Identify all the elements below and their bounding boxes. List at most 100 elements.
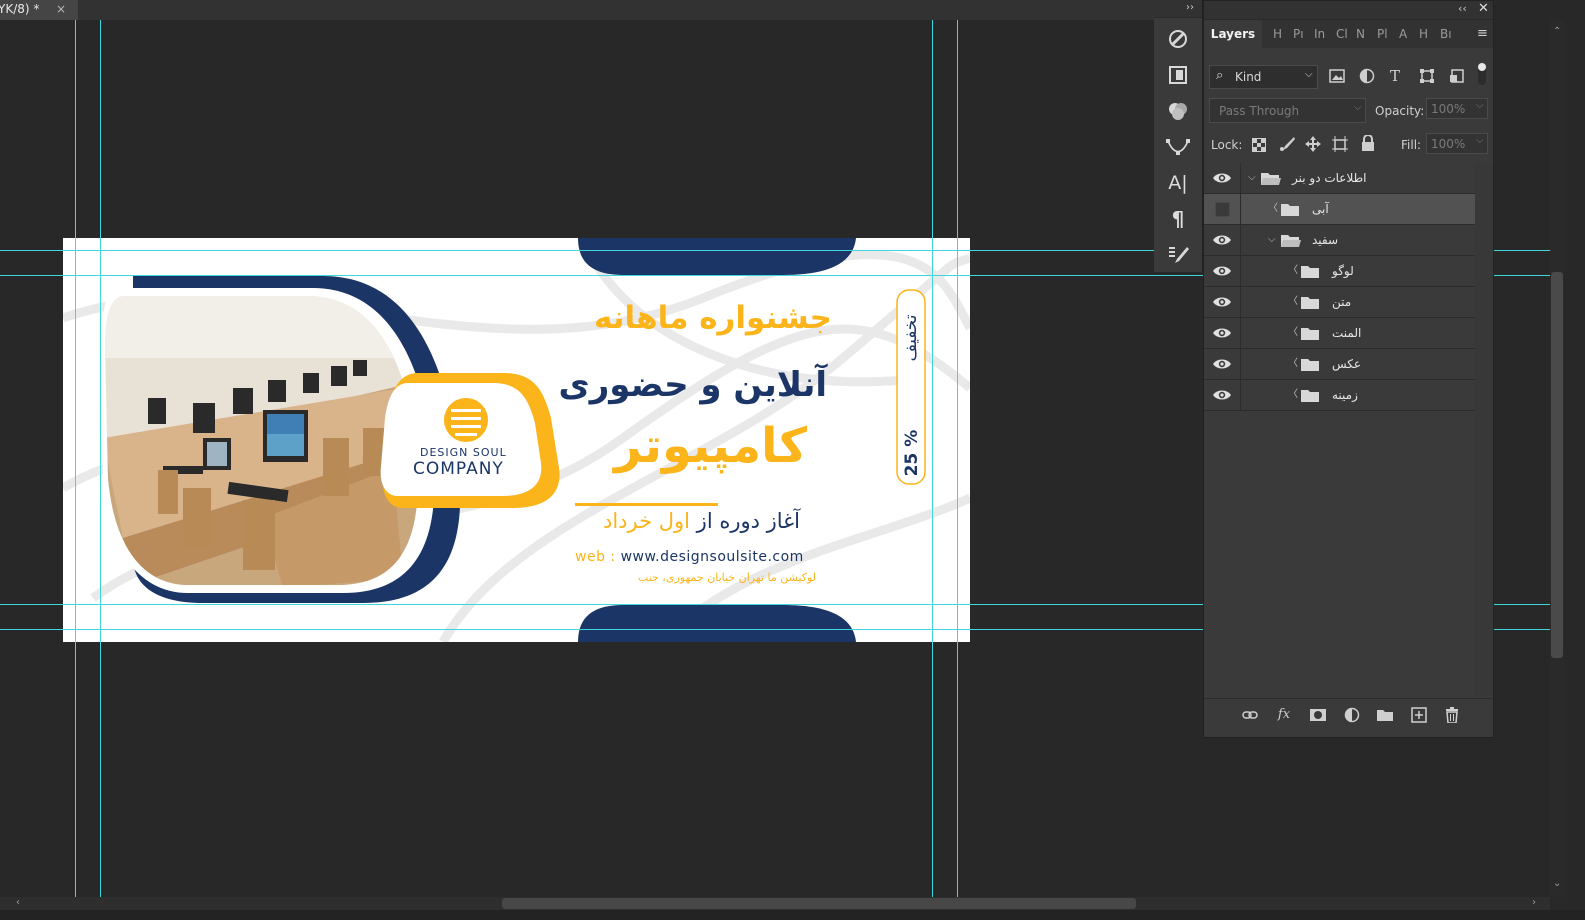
lock-all-icon[interactable] — [1361, 134, 1375, 151]
banner-location: لوکیشن ما تهران خیابان جمهوری، جنب — [637, 571, 816, 584]
visibility-divider — [1240, 287, 1241, 317]
chevron-down-icon[interactable]: ⌵ — [1268, 225, 1276, 255]
color-icon[interactable] — [1163, 96, 1193, 126]
layer-row[interactable]: 〈 المنت — [1204, 318, 1475, 349]
tab-layers[interactable]: Layers — [1204, 20, 1262, 48]
tab-histogram[interactable]: H — [1419, 20, 1428, 48]
folder-icon — [1281, 233, 1301, 247]
layer-row[interactable]: 〈 زمینه — [1204, 380, 1475, 411]
tab-clone[interactable]: Cl — [1336, 20, 1348, 48]
eye-icon[interactable] — [1212, 263, 1232, 279]
logo-text-top: DESIGN SOUL — [420, 446, 507, 459]
banner-web-label: web : — [575, 549, 616, 565]
document-tab-bar — [0, 0, 1160, 20]
lock-position-icon[interactable] — [1305, 136, 1321, 152]
tab-paths[interactable]: Pı — [1293, 20, 1304, 48]
layer-name[interactable]: اطلاعات دو بنر — [1292, 163, 1367, 193]
tab-actions[interactable]: A — [1399, 20, 1407, 48]
visibility-divider — [1240, 380, 1241, 410]
scroll-right-arrow-icon[interactable]: › — [1532, 897, 1536, 908]
scroll-down-arrow-icon[interactable]: ⌄ — [1553, 878, 1561, 889]
tab-properties[interactable]: Pl — [1377, 20, 1388, 48]
banner-start-prefix: آغاز دوره از — [696, 509, 800, 533]
group-icon[interactable] — [1377, 707, 1393, 723]
adjust-icon[interactable] — [1163, 24, 1193, 54]
document-tab-title: YK/8) * — [0, 2, 40, 16]
document-tab-close-icon[interactable]: × — [56, 0, 66, 18]
discount-word: تخفیف — [901, 314, 921, 362]
eye-icon[interactable] — [1212, 170, 1232, 186]
trash-icon[interactable] — [1444, 707, 1460, 724]
panel-collapse-icon[interactable]: ‹‹ — [1458, 2, 1467, 15]
chevron-right-icon[interactable]: 〈 — [1288, 256, 1298, 286]
chevron-right-icon[interactable]: 〈 — [1288, 380, 1298, 410]
brush-settings-icon[interactable] — [1163, 240, 1193, 270]
layer-name[interactable]: عکس — [1332, 349, 1361, 379]
layer-row[interactable]: 〈 عکس — [1204, 349, 1475, 380]
filter-toggle-icon[interactable] — [1478, 63, 1486, 85]
link-icon[interactable] — [1242, 707, 1258, 723]
banner-start-highlight: اول خرداد — [602, 509, 690, 533]
adjustment-icon[interactable] — [1344, 707, 1360, 723]
blend-mode-select[interactable]: Pass Through ⌵ — [1209, 98, 1366, 123]
eye-icon[interactable] — [1212, 387, 1232, 403]
filter-type-icon[interactable]: T — [1390, 67, 1400, 85]
chevron-right-icon[interactable]: 〈 — [1288, 349, 1298, 379]
scroll-up-arrow-icon[interactable]: ⌃ — [1553, 26, 1561, 37]
collapse-strip-icon[interactable]: ›› — [1154, 0, 1202, 18]
tab-brushes[interactable]: Bı — [1440, 20, 1452, 48]
layer-row[interactable]: ⌵ اطلاعات دو بنر — [1204, 163, 1475, 194]
chevron-right-icon[interactable]: 〈 — [1288, 287, 1298, 317]
layer-row[interactable]: 〈 آبی — [1204, 194, 1475, 225]
eye-icon[interactable] — [1212, 294, 1232, 310]
layer-name[interactable]: سفید — [1312, 225, 1338, 255]
fill-field[interactable]: 100% ⌵ — [1426, 133, 1488, 154]
eye-icon[interactable] — [1212, 325, 1232, 341]
fx-icon[interactable]: fx — [1276, 707, 1292, 723]
eye-icon[interactable] — [1212, 356, 1232, 372]
scroll-left-arrow-icon[interactable]: ‹ — [16, 897, 20, 908]
filter-adjustment-icon[interactable] — [1359, 68, 1375, 84]
chevron-down-icon[interactable]: ⌵ — [1248, 163, 1256, 193]
vertical-scroll-thumb[interactable] — [1551, 272, 1563, 658]
lock-transparent-icon[interactable] — [1252, 137, 1266, 152]
pen-path-icon[interactable] — [1163, 132, 1193, 162]
layer-name[interactable]: آبی — [1312, 194, 1329, 224]
tab-history[interactable]: H — [1273, 20, 1282, 48]
filter-smart-object-icon[interactable] — [1449, 68, 1465, 84]
layer-name[interactable]: متن — [1332, 287, 1351, 317]
visibility-divider — [1240, 349, 1241, 379]
layer-name[interactable]: لوگو — [1332, 256, 1354, 286]
lock-pixels-icon[interactable] — [1279, 136, 1295, 152]
opacity-field[interactable]: 100% ⌵ — [1426, 98, 1488, 119]
layer-name[interactable]: زمینه — [1332, 380, 1358, 410]
library-icon[interactable] — [1163, 60, 1193, 90]
chevron-right-icon[interactable]: 〈 — [1288, 318, 1298, 348]
character-icon[interactable]: A| — [1163, 168, 1193, 198]
guide-vertical-4 — [957, 20, 958, 897]
panel-close-icon[interactable]: ✕ — [1478, 1, 1489, 16]
folder-icon — [1301, 295, 1321, 309]
layer-row[interactable]: ⌵ سفید — [1204, 225, 1475, 256]
chevron-right-icon[interactable]: 〈 — [1268, 194, 1278, 224]
new-layer-icon[interactable] — [1411, 707, 1427, 723]
eye-icon[interactable] — [1212, 232, 1232, 248]
mask-icon[interactable] — [1310, 707, 1326, 723]
horizontal-scroll-thumb[interactable] — [502, 898, 1136, 909]
tab-info[interactable]: In — [1314, 20, 1325, 48]
visibility-toggle[interactable] — [1215, 202, 1230, 217]
tab-navigator[interactable]: N — [1356, 20, 1365, 48]
panel-menu-icon[interactable]: ≡ — [1477, 26, 1488, 41]
collapsed-panels-strip: ›› A| ¶ — [1154, 0, 1203, 272]
paragraph-icon[interactable]: ¶ — [1163, 204, 1193, 234]
chevron-down-icon: ⌵ — [1476, 100, 1484, 111]
lock-artboard-icon[interactable] — [1332, 136, 1348, 152]
layer-row[interactable]: 〈 لوگو — [1204, 256, 1475, 287]
layer-row[interactable]: 〈 متن — [1204, 287, 1475, 318]
document-tab[interactable]: YK/8) * × — [0, 0, 78, 20]
layer-name[interactable]: المنت — [1332, 318, 1361, 348]
folder-icon — [1261, 171, 1281, 185]
filter-shape-icon[interactable] — [1419, 68, 1435, 84]
filter-pixel-icon[interactable] — [1329, 68, 1345, 84]
filter-kind-select[interactable]: ⌕ Kind ⌵ — [1209, 65, 1318, 89]
